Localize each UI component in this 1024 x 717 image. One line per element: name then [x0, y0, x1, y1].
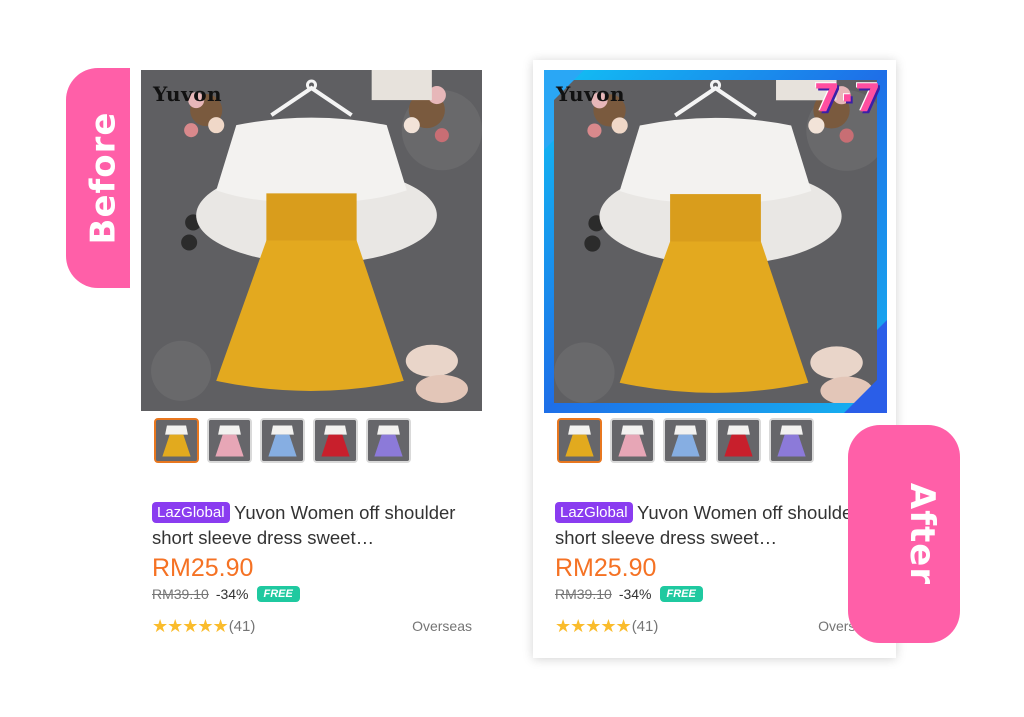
brand-watermark: Yuvon	[153, 82, 223, 106]
before-label: Before	[82, 111, 123, 245]
product-card-after[interactable]: Yuvon 7·7 LazGlobal Yuvon Women off shou…	[533, 60, 896, 658]
thumbnail-purple[interactable]	[769, 418, 814, 463]
free-shipping-badge: FREE	[256, 586, 300, 602]
dress-photo	[544, 70, 887, 413]
star-rating-icon: ★★★★★	[555, 616, 632, 636]
rating-row: ★★★★★ (41)	[152, 616, 255, 637]
star-rating-icon: ★★★★★	[152, 616, 229, 636]
thumbnail-blue[interactable]	[663, 418, 708, 463]
thumbnail-strip	[557, 418, 814, 463]
current-price: RM25.90	[555, 554, 657, 582]
product-image[interactable]: Yuvon	[141, 70, 482, 411]
brand-watermark: Yuvon	[556, 82, 626, 106]
campaign-7-7-badge: 7·7	[813, 76, 881, 120]
dress-photo	[141, 70, 482, 411]
ship-from-location: Overseas	[412, 618, 472, 634]
product-title[interactable]: LazGlobal Yuvon Women off shoulder short…	[152, 500, 477, 550]
review-count: (41)	[631, 618, 659, 635]
thumbnail-pink[interactable]	[207, 418, 252, 463]
product-card-before[interactable]: Yuvon LazGlobal Yuvon Women off shoulder…	[130, 60, 490, 660]
after-label-tab: After	[848, 425, 960, 643]
product-title[interactable]: LazGlobal Yuvon Women off shoulder short…	[555, 500, 880, 550]
thumbnail-purple[interactable]	[366, 418, 411, 463]
thumbnail-red[interactable]	[313, 418, 358, 463]
free-shipping-badge: FREE	[659, 586, 703, 602]
price-details: RM39.10 -34% FREE	[555, 586, 703, 602]
discount-percent: -34%	[618, 586, 652, 602]
after-label: After	[902, 482, 942, 586]
thumbnail-strip	[154, 418, 411, 463]
rating-row: ★★★★★ (41)	[555, 616, 658, 637]
product-image[interactable]: Yuvon 7·7	[544, 70, 887, 413]
thumbnail-blue[interactable]	[260, 418, 305, 463]
thumbnail-yellow[interactable]	[154, 418, 199, 463]
price-details: RM39.10 -34% FREE	[152, 586, 300, 602]
thumbnail-yellow[interactable]	[557, 418, 602, 463]
original-price: RM39.10	[555, 586, 612, 602]
original-price: RM39.10	[152, 586, 209, 602]
discount-percent: -34%	[215, 586, 249, 602]
lazglobal-badge: LazGlobal	[152, 502, 230, 523]
current-price: RM25.90	[152, 554, 254, 582]
lazglobal-badge: LazGlobal	[555, 502, 633, 523]
review-count: (41)	[228, 618, 256, 635]
thumbnail-pink[interactable]	[610, 418, 655, 463]
thumbnail-red[interactable]	[716, 418, 761, 463]
